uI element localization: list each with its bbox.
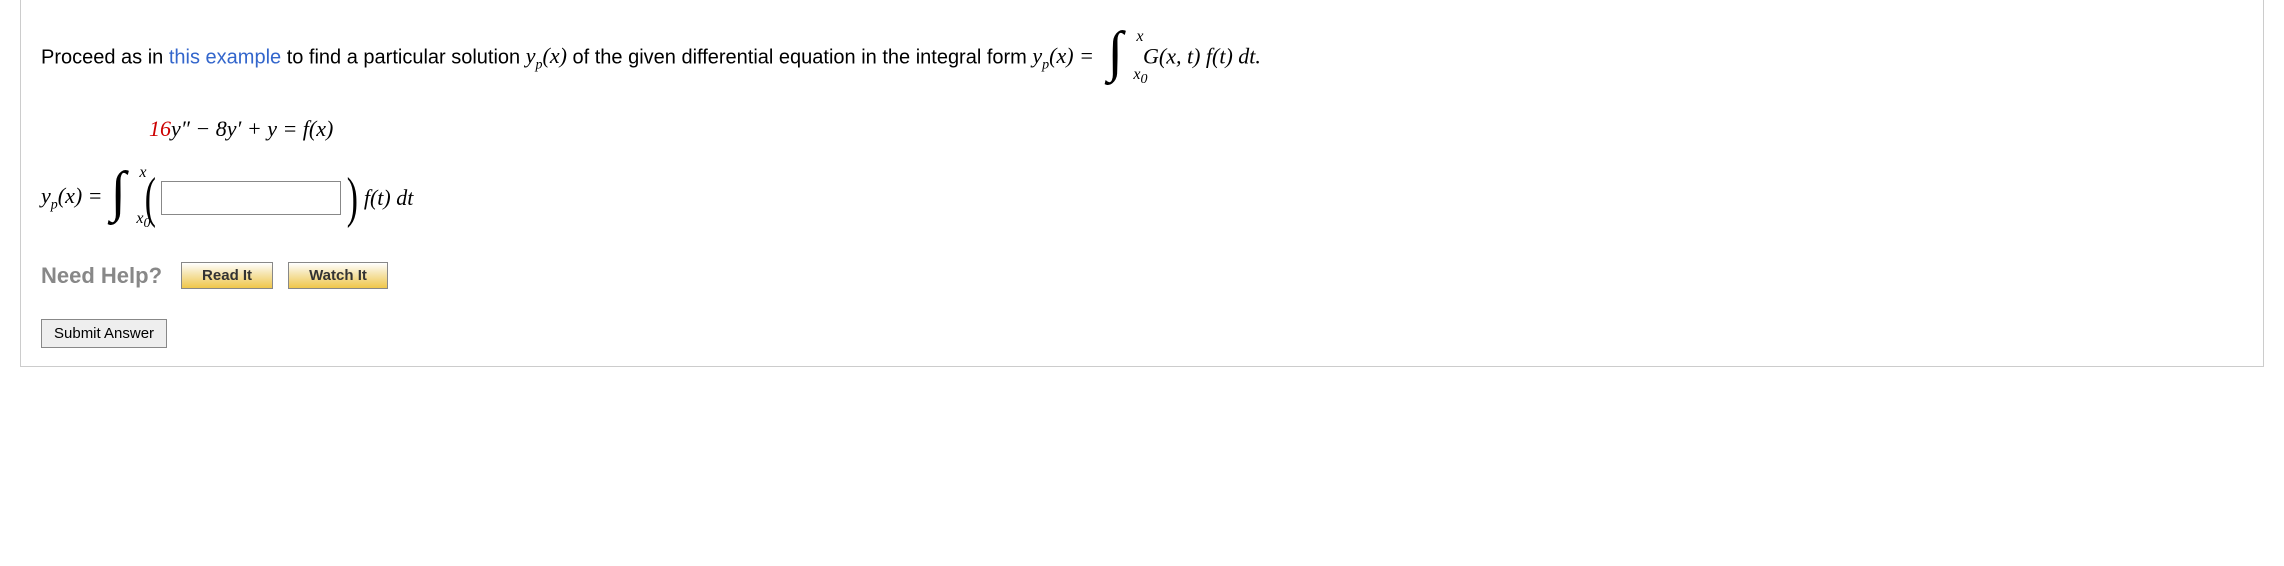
yp-symbol: yp(x)	[526, 43, 567, 68]
eq-coef: 16	[149, 116, 171, 141]
submit-answer-button[interactable]: Submit Answer	[41, 319, 167, 348]
yp-eq: yp(x) =	[1032, 43, 1099, 68]
eq-body: y″ − 8y′ + y = f(x)	[171, 116, 333, 141]
watch-it-button[interactable]: Watch It	[288, 262, 388, 289]
close-paren: )	[347, 170, 358, 226]
help-row: Need Help? Read It Watch It	[41, 262, 2243, 289]
question-panel: Proceed as in this example to find a par…	[20, 0, 2264, 367]
prompt-mid2: of the given differential equation in th…	[567, 46, 1032, 68]
answer-lhs: yp(x) =	[41, 183, 103, 213]
open-paren: (	[144, 170, 155, 226]
integral-symbol-answer: ∫ x x0	[105, 170, 139, 226]
need-help-label: Need Help?	[41, 263, 162, 288]
read-it-button[interactable]: Read It	[181, 262, 273, 289]
differential-equation: 16y″ − 8y′ + y = f(x)	[149, 116, 2243, 142]
integrand: G(x, t) f(t) dt.	[1143, 43, 1261, 68]
upper-bound: x	[1136, 24, 1143, 50]
example-link[interactable]: this example	[169, 46, 281, 68]
integral-symbol: ∫ x x0	[1101, 30, 1135, 86]
prompt-text: Proceed as in this example to find a par…	[41, 30, 2243, 86]
lower-bound: x0	[1133, 62, 1147, 92]
prompt-mid: to find a particular solution	[281, 46, 526, 68]
answer-input[interactable]	[161, 181, 341, 215]
answer-after: f(t) dt	[364, 185, 414, 211]
answer-line: yp(x) = ∫ x x0 ( ) f(t) dt	[41, 170, 2243, 226]
prompt-pre: Proceed as in	[41, 46, 169, 68]
